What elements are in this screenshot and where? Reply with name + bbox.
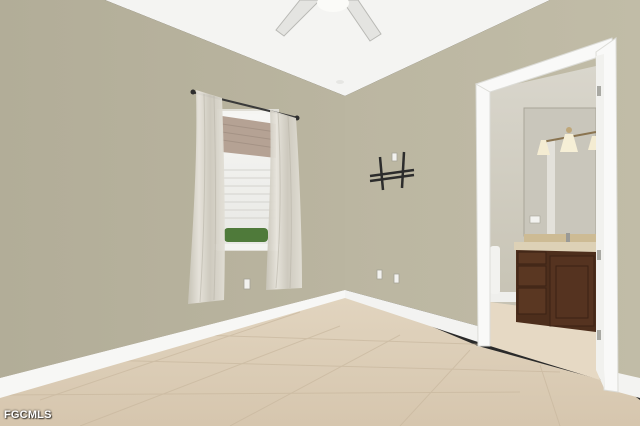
vanity-drawer (517, 287, 547, 315)
watermark-text: FGCMLS (4, 409, 52, 421)
door-hinge (597, 250, 601, 260)
toilet (490, 246, 500, 294)
room-photo: FGCMLS (0, 0, 640, 426)
wall-outlet (393, 273, 400, 284)
vanity-drawer (517, 251, 547, 265)
room-scene (0, 0, 640, 426)
vanity-drawer (517, 265, 547, 287)
faucet (566, 233, 570, 242)
door-hinge (597, 86, 601, 96)
wall-plate (391, 152, 398, 162)
recessed-light (336, 80, 344, 84)
shrubbery (224, 228, 268, 242)
door-hinge (597, 330, 601, 340)
wall-outlet (376, 269, 383, 280)
door-trim-left (475, 79, 491, 347)
bathroom-vanity (514, 233, 596, 332)
backsplash (524, 234, 596, 242)
right-curtain (266, 110, 302, 290)
wall-outlet (243, 278, 251, 290)
light-switch (529, 215, 541, 224)
